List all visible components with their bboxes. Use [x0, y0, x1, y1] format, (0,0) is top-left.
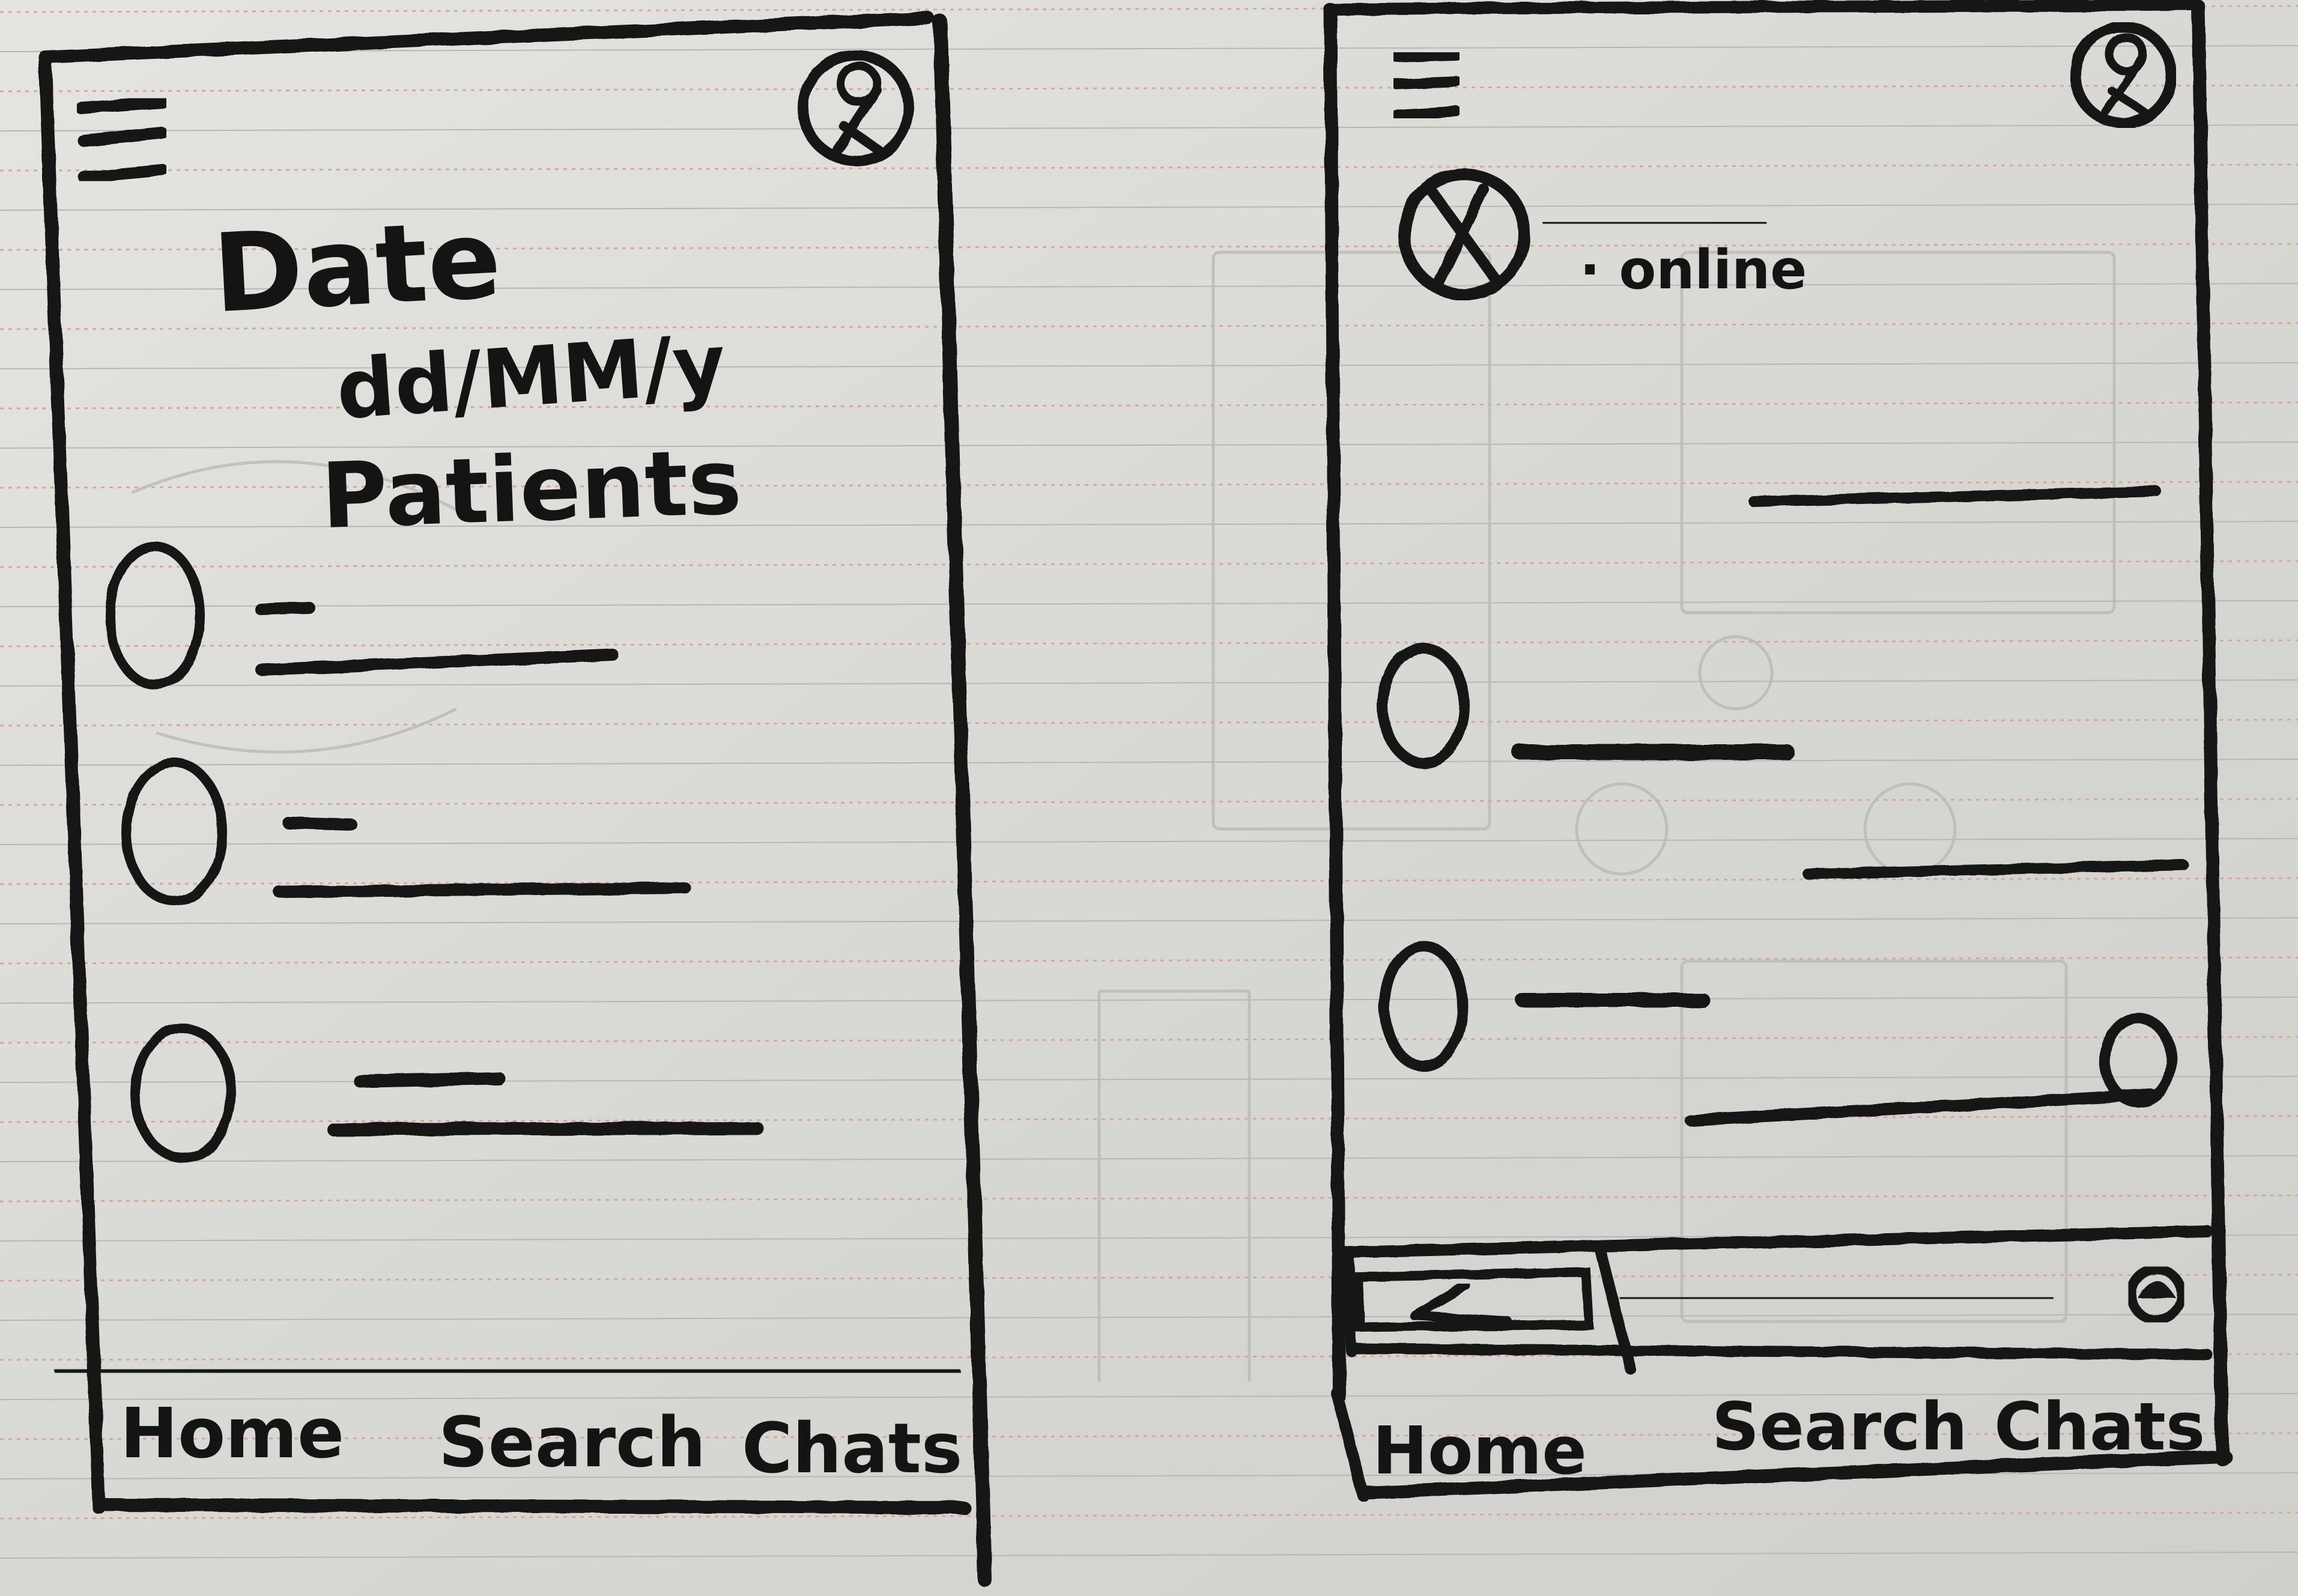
contact-name-line — [1543, 216, 1766, 230]
message-input-field[interactable] — [1619, 1292, 2054, 1304]
right-nav-search[interactable]: Search — [1712, 1394, 1968, 1460]
right-nav-chats[interactable]: Chats — [1994, 1394, 2205, 1460]
right-nav-home[interactable]: Home — [1372, 1418, 1587, 1484]
contact-status: · online — [1580, 238, 1807, 302]
left-nav-search[interactable]: Search — [438, 1409, 706, 1478]
date-title: Date — [210, 196, 505, 338]
left-nav-home[interactable]: Home — [120, 1400, 344, 1469]
patients-heading: Patients — [320, 429, 744, 550]
left-nav-chats[interactable]: Chats — [742, 1415, 962, 1484]
left-nav-divider — [54, 1364, 961, 1379]
